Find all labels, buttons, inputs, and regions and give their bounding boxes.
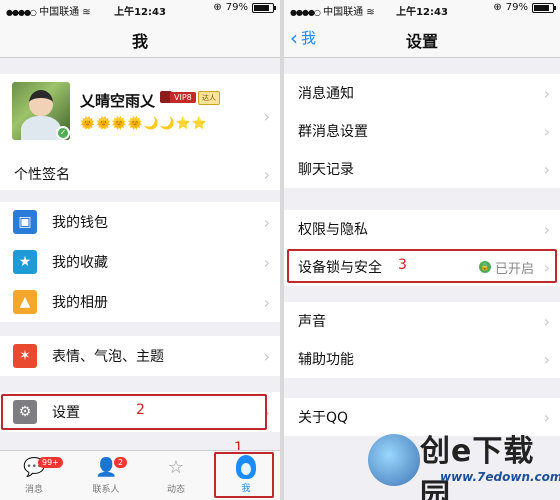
photo-icon: ▲ xyxy=(13,290,37,314)
chevron-right-icon: › xyxy=(543,159,550,179)
privacy-row[interactable]: 权限与隐私 › xyxy=(284,210,560,248)
signature-row[interactable]: 个性签名 › xyxy=(0,158,280,190)
annotation-3: 3 xyxy=(398,257,407,273)
watermark-logo-icon xyxy=(368,434,420,486)
site-watermark: 创e下载园 www.7edown.com xyxy=(340,420,560,500)
me-screen: ●●●●○ 中国联通 ≋ 上午12:43 ⊕ 79% 我 ✓ 乂晴空雨乂 VIP8… xyxy=(0,0,280,500)
status-bar: ●●●●○ 中国联通 ≋ 上午12:43 ⊕ 79% xyxy=(0,0,280,18)
contacts-badge: 2 xyxy=(114,457,128,468)
verified-check-icon: ✓ xyxy=(56,126,70,140)
annotation-2: 2 xyxy=(136,402,145,418)
wallet-icon: ▣ xyxy=(13,210,37,234)
emoji-label: 表情、气泡、主题 xyxy=(52,349,164,365)
lock-rotation-icon: ⊕ xyxy=(493,2,502,13)
nav-bar: 我 xyxy=(0,18,280,58)
chevron-right-icon: › xyxy=(263,106,270,126)
chevron-right-icon: › xyxy=(543,311,550,331)
emoji-bubble-icon: ✶ xyxy=(13,344,37,368)
chevron-right-icon: › xyxy=(543,83,550,103)
page-title: 我 xyxy=(131,32,148,51)
battery-icon xyxy=(252,2,276,13)
level-icons: 🌞🌞🌞🌞🌙🌙⭐⭐ xyxy=(80,116,208,130)
tab-moments[interactable]: ☆ 动态 xyxy=(148,455,204,495)
chevron-right-icon: › xyxy=(543,349,550,369)
favorites-label: 我的收藏 xyxy=(52,255,108,271)
chevron-right-icon: › xyxy=(263,346,270,366)
favorites-row[interactable]: ★ 我的收藏 › xyxy=(0,242,280,282)
battery-percent: 79% xyxy=(225,2,248,13)
accessibility-row[interactable]: 辅助功能 › xyxy=(284,340,560,378)
star-outline-icon: ☆ xyxy=(167,457,185,478)
page-title: 设置 xyxy=(405,32,438,51)
lock-rotation-icon: ⊕ xyxy=(213,2,222,13)
chat-history-row[interactable]: 聊天记录 › xyxy=(284,150,560,188)
battery-percent: 79% xyxy=(505,2,528,13)
nickname: 乂晴空雨乂 xyxy=(80,92,156,110)
chevron-right-icon: › xyxy=(263,164,270,184)
profile-card[interactable]: ✓ 乂晴空雨乂 VIP8 达人 🌞🌞🌞🌞🌙🌙⭐⭐ › xyxy=(0,74,280,158)
message-notify-row[interactable]: 消息通知 › xyxy=(284,74,560,112)
chevron-right-icon: › xyxy=(543,219,550,239)
chevron-right-icon: › xyxy=(543,121,550,141)
emoji-theme-row[interactable]: ✶ 表情、气泡、主题 › xyxy=(0,336,280,376)
messages-badge: 99+ xyxy=(38,457,63,468)
wallet-row[interactable]: ▣ 我的钱包 › xyxy=(0,202,280,242)
chevron-right-icon: › xyxy=(263,252,270,272)
device-lock-highlight-box xyxy=(287,249,557,283)
me-tab-highlight-box xyxy=(214,452,274,498)
settings-highlight-box xyxy=(1,394,267,430)
battery-icon xyxy=(532,2,556,13)
nav-bar: ‹ 我 设置 xyxy=(284,18,560,58)
status-bar: ●●●●○ 中国联通 ≋ 上午12:43 ⊕ 79% xyxy=(284,0,560,18)
group-message-settings-row[interactable]: 群消息设置 › xyxy=(284,112,560,150)
star-icon: ★ xyxy=(13,250,37,274)
sound-row[interactable]: 声音 › xyxy=(284,302,560,340)
watermark-url: www.7edown.com xyxy=(440,470,560,484)
chevron-right-icon: › xyxy=(263,292,270,312)
chevron-right-icon: › xyxy=(263,212,270,232)
vip-badge: VIP8 xyxy=(170,92,196,103)
wallet-label: 我的钱包 xyxy=(52,215,108,231)
watermark-brand: 创e下载园 xyxy=(420,434,535,500)
album-label: 我的相册 xyxy=(52,295,108,311)
album-row[interactable]: ▲ 我的相册 › xyxy=(0,282,280,322)
daren-badge: 达人 xyxy=(198,91,220,105)
signature-label: 个性签名 xyxy=(14,167,70,183)
